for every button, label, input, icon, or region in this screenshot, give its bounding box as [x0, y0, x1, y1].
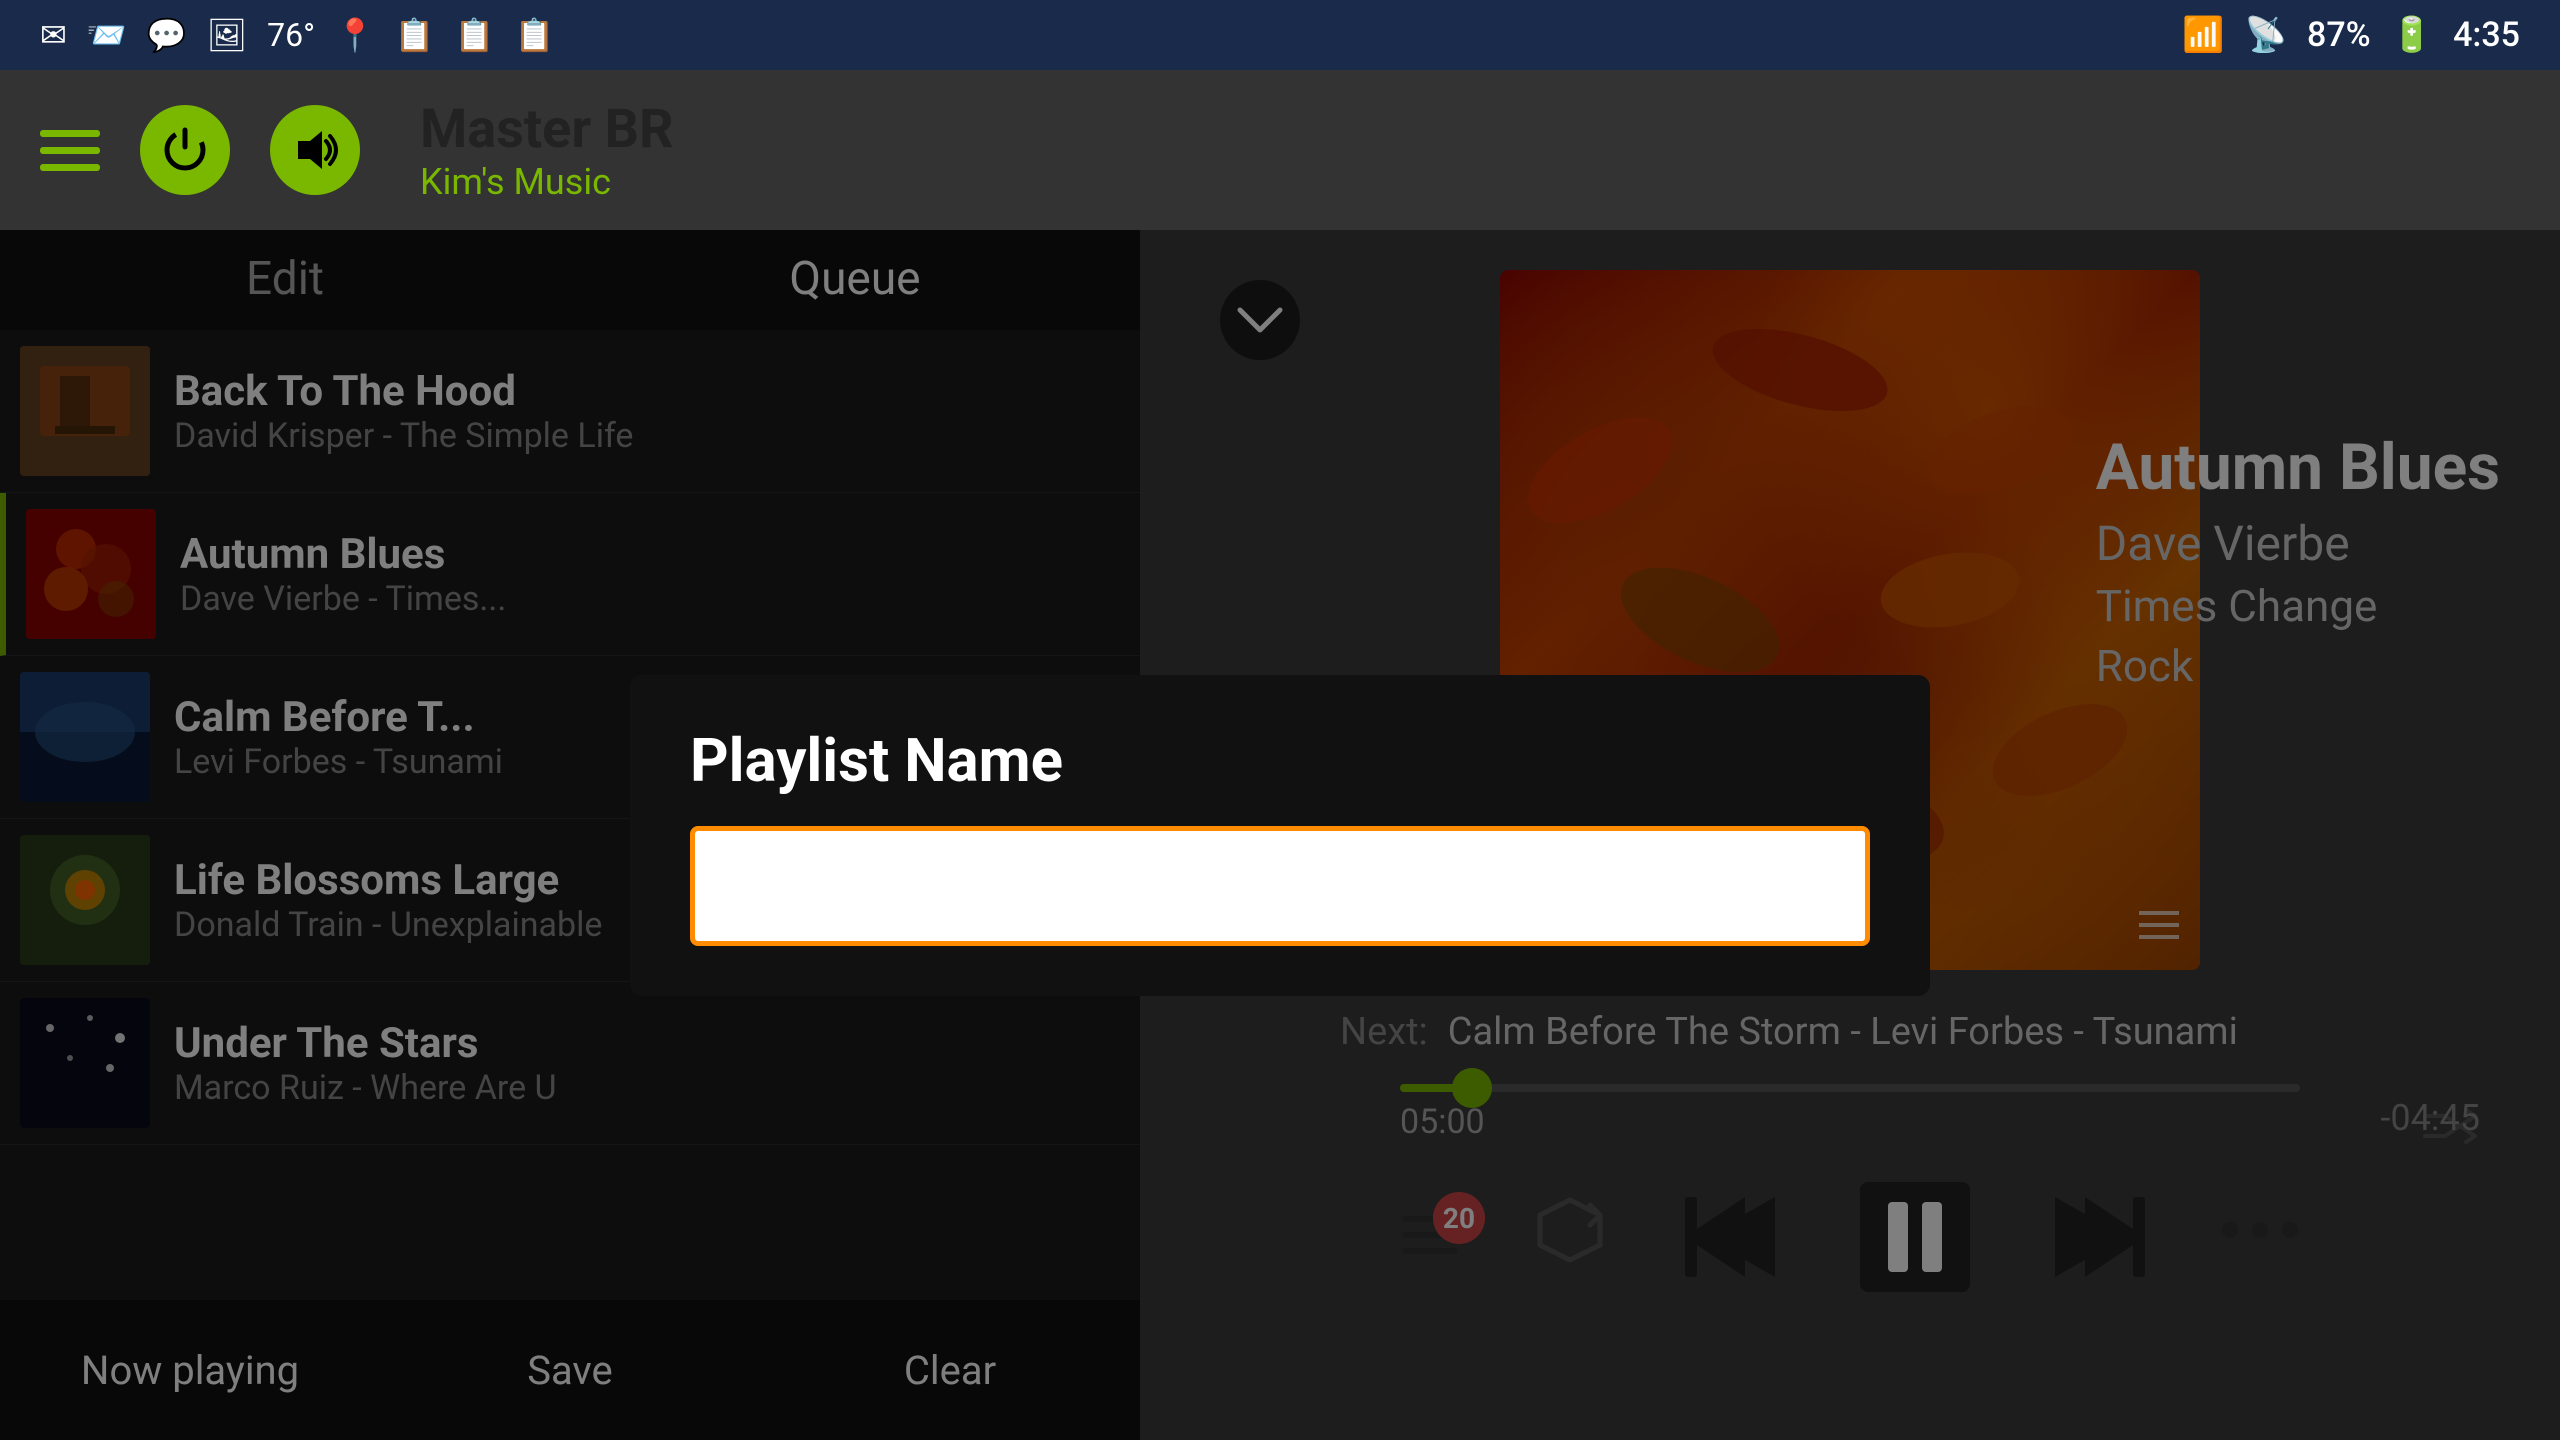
- temp-value: 76°: [267, 16, 315, 54]
- email2-icon: 📨: [87, 16, 127, 54]
- image-icon: 🖼: [207, 16, 248, 54]
- status-bar: ✉ 📨 💬 🖼 76° 📍 📋 📋 📋 📶 📡 87% 🔋 4:35: [0, 0, 2560, 70]
- battery-icon: 🔋: [2391, 15, 2433, 55]
- clipboard2-icon: 📋: [455, 16, 495, 54]
- modal-overlay[interactable]: Playlist Name: [0, 230, 2560, 1440]
- clock-value: 4:35: [2453, 15, 2520, 55]
- main-content: Edit Queue Back To The Hood David Krispe…: [0, 230, 2560, 1440]
- hamburger-menu-button[interactable]: [40, 130, 100, 171]
- header-title-area: Master BR Kim's Music: [400, 98, 2520, 203]
- app-title: Master BR: [420, 98, 2520, 161]
- speaker-button[interactable]: [270, 105, 360, 195]
- app-header: Master BR Kim's Music: [0, 70, 2560, 230]
- clipboard3-icon: 📋: [515, 16, 555, 54]
- power-button[interactable]: [140, 105, 230, 195]
- modal-title: Playlist Name: [690, 725, 1870, 796]
- status-left-icons: ✉ 📨 💬 🖼 76° 📍 📋 📋 📋: [40, 16, 554, 54]
- playlist-name-input[interactable]: [690, 826, 1870, 946]
- wifi-icon: 📶: [2182, 15, 2224, 55]
- email-icon: ✉: [40, 16, 67, 54]
- message-icon: 💬: [147, 16, 187, 54]
- map-icon: 📍: [335, 16, 375, 54]
- battery-value: 87%: [2307, 15, 2371, 55]
- status-right: 📶 📡 87% 🔋 4:35: [2182, 15, 2520, 55]
- modal-box: Playlist Name: [630, 675, 1930, 996]
- signal-icon: 📡: [2245, 15, 2287, 55]
- clipboard1-icon: 📋: [395, 16, 435, 54]
- app-subtitle: Kim's Music: [420, 161, 2520, 203]
